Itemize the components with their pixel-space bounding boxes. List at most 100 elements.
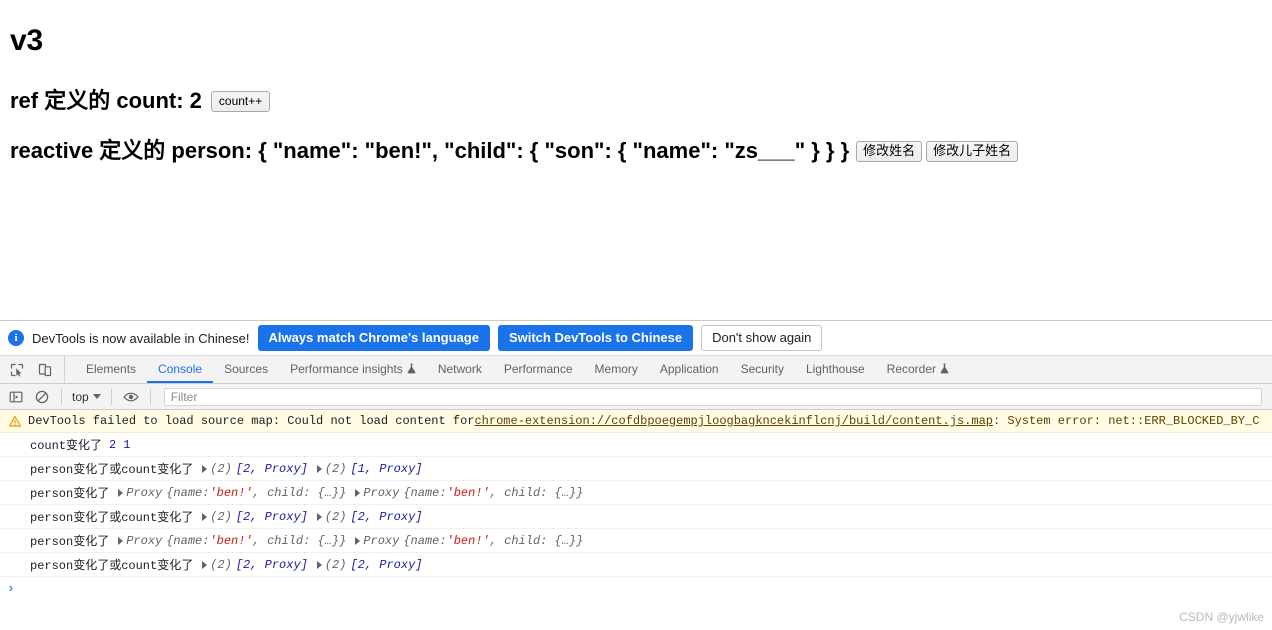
proxy-body-close: , child: {…}} (489, 485, 584, 500)
expand-arrow-icon[interactable] (316, 464, 322, 473)
console-log-message[interactable]: person变化了或count变化了 (2) [2, Proxy] (2) [2… (0, 553, 1272, 577)
clear-console-icon[interactable] (30, 386, 54, 408)
console-log-message[interactable]: count变化了 2 1 (0, 433, 1272, 457)
execution-context-selector[interactable]: top (69, 390, 104, 404)
proxy-body-open: {name: (166, 485, 210, 500)
watermark: CSDN @yjwlike (1179, 610, 1264, 624)
array-preview[interactable]: (2) [2, Proxy] (202, 558, 308, 572)
proxy-string-value: 'ben!' (209, 485, 253, 500)
tab-console[interactable]: Console (147, 356, 214, 383)
toolbar-divider (110, 388, 112, 405)
log-label: person变化了或count变化了 (30, 511, 194, 525)
warning-text-before: DevTools failed to load source map: Coul… (28, 414, 475, 428)
flask-icon (940, 363, 949, 374)
tab-elements[interactable]: Elements (75, 356, 147, 383)
array-count: (2) (210, 509, 232, 524)
tab-label: Application (659, 361, 719, 376)
console-sidebar-icon[interactable] (4, 386, 28, 408)
tab-application[interactable]: Application (649, 356, 730, 383)
proxy-body-close: , child: {…}} (252, 485, 347, 500)
log-value: 1 (123, 437, 131, 452)
dont-show-again-button[interactable]: Don't show again (701, 325, 823, 351)
devtools-panel: i DevTools is now available in Chinese! … (0, 320, 1272, 630)
expand-arrow-icon[interactable] (118, 488, 124, 497)
expand-arrow-icon[interactable] (202, 512, 208, 521)
array-preview-text: [2, Proxy] (235, 509, 308, 524)
expand-arrow-icon[interactable] (355, 488, 361, 497)
console-prompt-row[interactable]: › (0, 577, 1272, 599)
array-preview-text: [2, Proxy] (350, 509, 423, 524)
proxy-name: Proxy (363, 533, 400, 548)
console-log-message[interactable]: person变化了或count变化了 (2) [2, Proxy] (2) [1… (0, 457, 1272, 481)
tab-label: Network (437, 361, 482, 376)
tab-label: Performance (503, 361, 573, 376)
change-son-name-button[interactable]: 修改儿子姓名 (926, 140, 1019, 162)
array-preview[interactable]: (2) [2, Proxy] (202, 462, 308, 476)
expand-arrow-icon[interactable] (316, 560, 322, 569)
change-name-button[interactable]: 修改姓名 (856, 140, 923, 162)
chevron-down-icon (92, 394, 101, 399)
proxy-string-value: 'ben!' (446, 485, 490, 500)
expand-arrow-icon[interactable] (118, 536, 124, 545)
expand-arrow-icon[interactable] (316, 512, 322, 521)
tab-performance[interactable]: Performance (493, 356, 584, 383)
log-label: person变化了或count变化了 (30, 463, 194, 477)
console-message-list: DevTools failed to load source map: Coul… (0, 410, 1272, 629)
tab-label: Memory (594, 361, 638, 376)
switch-to-chinese-button[interactable]: Switch DevTools to Chinese (497, 325, 694, 351)
tab-performance-insights[interactable]: Performance insights (279, 356, 427, 383)
array-count: (2) (324, 509, 347, 524)
log-label: person变化了 (30, 535, 110, 549)
console-warning-message[interactable]: DevTools failed to load source map: Coul… (0, 410, 1272, 433)
prompt-caret-icon: › (7, 580, 15, 596)
proxy-string-value: 'ben!' (446, 533, 490, 548)
proxy-preview[interactable]: Proxy {name: 'ben!' , child: {…}} (118, 534, 346, 548)
tab-sources[interactable]: Sources (213, 356, 279, 383)
expand-arrow-icon[interactable] (202, 464, 208, 473)
array-preview-text: [1, Proxy] (350, 461, 423, 476)
ref-count-row: ref 定义的 count: 2 count++ (10, 88, 271, 114)
inspect-element-icon[interactable] (6, 360, 28, 380)
toolbar-divider (149, 388, 151, 405)
page-title: v3 (10, 24, 43, 57)
tab-recorder[interactable]: Recorder (876, 356, 960, 383)
console-log-message[interactable]: person变化了或count变化了 (2) [2, Proxy] (2) [2… (0, 505, 1272, 529)
source-map-link[interactable]: chrome-extension://cofdbpoegempjloogbagk… (474, 414, 992, 428)
proxy-preview[interactable]: Proxy {name: 'ben!' , child: {…}} (355, 534, 583, 548)
proxy-body-close: , child: {…}} (489, 533, 584, 548)
device-toolbar-icon[interactable] (34, 360, 56, 380)
tab-lighthouse[interactable]: Lighthouse (795, 356, 876, 383)
tab-security[interactable]: Security (730, 356, 795, 383)
array-count: (2) (210, 461, 232, 476)
live-expression-icon[interactable] (119, 386, 143, 408)
array-preview[interactable]: (2) [2, Proxy] (316, 509, 423, 524)
tab-network[interactable]: Network (427, 356, 493, 383)
proxy-body-open: {name: (403, 485, 447, 500)
array-count: (2) (324, 557, 347, 572)
flask-icon (407, 363, 416, 374)
expand-arrow-icon[interactable] (355, 536, 361, 545)
proxy-name: Proxy (363, 485, 400, 500)
reactive-person-row: reactive 定义的 person: { "name": "ben!", "… (10, 138, 1019, 164)
count-increment-button[interactable]: count++ (210, 90, 271, 112)
expand-arrow-icon[interactable] (202, 560, 208, 569)
array-preview[interactable]: (2) [2, Proxy] (202, 510, 308, 524)
console-filter-input[interactable] (163, 387, 1262, 406)
array-preview[interactable]: (2) [2, Proxy] (316, 557, 422, 572)
proxy-body-open: {name: (403, 533, 447, 548)
devtools-language-infobar: i DevTools is now available in Chinese! … (0, 321, 1272, 356)
proxy-preview[interactable]: Proxy {name: 'ben!' , child: {…}} (118, 486, 346, 500)
warning-text-after: : System error: net::ERR_BLOCKED_BY_C (992, 414, 1260, 428)
console-log-message[interactable]: person变化了 Proxy {name: 'ben!' , child: {… (0, 481, 1272, 505)
proxy-string-value: 'ben!' (209, 533, 253, 548)
array-preview[interactable]: (2) [1, Proxy] (316, 461, 423, 476)
tab-label: Elements (86, 361, 137, 376)
log-label: person变化了 (30, 487, 110, 501)
console-log-message[interactable]: person变化了 Proxy {name: 'ben!' , child: {… (0, 529, 1272, 553)
proxy-name: Proxy (126, 485, 163, 500)
tab-memory[interactable]: Memory (584, 356, 649, 383)
tab-label: Security (740, 361, 784, 376)
console-toolbar: top (0, 384, 1272, 410)
proxy-preview[interactable]: Proxy {name: 'ben!' , child: {…}} (355, 486, 583, 500)
always-match-language-button[interactable]: Always match Chrome's language (257, 325, 490, 351)
